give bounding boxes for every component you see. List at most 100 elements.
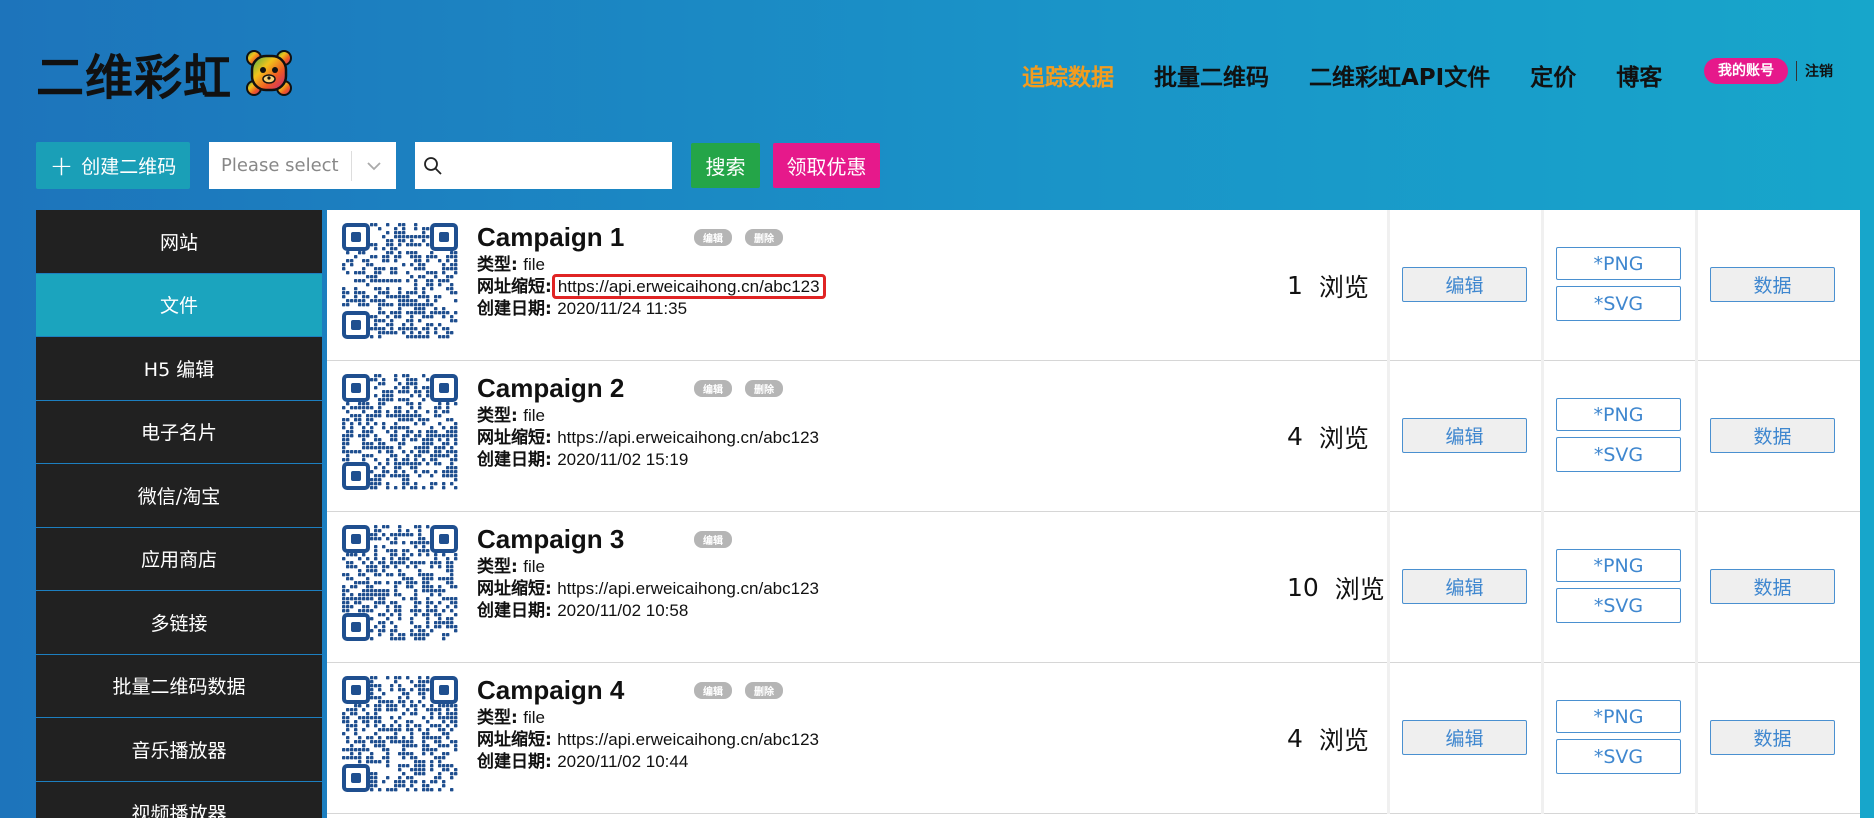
create-qr-label: 创建二维码 (81, 156, 177, 178)
column-divider (1387, 663, 1390, 814)
create-qr-button[interactable]: + 创建二维码 (36, 142, 190, 189)
edit-button[interactable]: 编辑 (1402, 267, 1527, 302)
type-value: file (523, 557, 545, 576)
download-png-button[interactable]: *PNG (1556, 398, 1681, 431)
type-select[interactable]: Please select (209, 142, 396, 189)
download-svg-button[interactable]: *SVG (1556, 588, 1681, 623)
view-count-suffix: 浏览 (1318, 725, 1369, 755)
edit-tag[interactable]: 编辑 (694, 228, 732, 246)
qr-code-icon[interactable] (342, 525, 458, 641)
short-url-value[interactable]: https://api.erweicaihong.cn/abc123 (551, 274, 826, 299)
campaign-title[interactable]: Campaign 2 (477, 373, 694, 404)
short-url-value[interactable]: https://api.erweicaihong.cn/abc123 (557, 428, 819, 447)
download-png-button[interactable]: *PNG (1556, 247, 1681, 280)
main-nav: 追踪数据 批量二维码 二维彩虹API文件 定价 博客 (1022, 58, 1662, 92)
column-divider (1695, 361, 1698, 512)
logo[interactable]: 二维彩虹 (36, 48, 293, 106)
download-png-button[interactable]: *PNG (1556, 549, 1681, 582)
delete-tag[interactable]: 删除 (745, 681, 783, 699)
created-label: 创建日期: (477, 450, 552, 470)
edit-tag[interactable]: 编辑 (694, 681, 732, 699)
search-input[interactable] (443, 145, 672, 186)
data-button[interactable]: 数据 (1710, 267, 1835, 302)
view-count: 10 浏览 (1287, 512, 1385, 663)
sidebar-item-video-player[interactable]: 视频播放器 (36, 781, 322, 818)
delete-tag[interactable]: 删除 (745, 379, 783, 397)
campaign-title[interactable]: Campaign 3 (477, 524, 694, 555)
type-label: 类型: (477, 708, 518, 728)
column-divider (1541, 512, 1544, 663)
created-value: 2020/11/24 11:35 (557, 299, 688, 318)
campaign-title[interactable]: Campaign 4 (477, 675, 694, 706)
sidebar-item-website[interactable]: 网站 (36, 210, 322, 274)
search-button[interactable]: 搜索 (691, 143, 760, 188)
logout-link[interactable]: 注销 (1805, 61, 1833, 81)
sidebar-item-app-store[interactable]: 应用商店 (36, 527, 322, 591)
search-field (415, 142, 672, 189)
type-label: 类型: (477, 406, 518, 426)
sidebar-item-multi-link[interactable]: 多链接 (36, 591, 322, 655)
type-select-placeholder: Please select (221, 155, 339, 176)
download-png-button[interactable]: *PNG (1556, 700, 1681, 733)
campaign-title[interactable]: Campaign 1 (477, 222, 694, 253)
short-url-label: 网址缩短: (477, 730, 552, 750)
type-value: file (523, 406, 545, 425)
edit-button[interactable]: 编辑 (1402, 569, 1527, 604)
short-url-label: 网址缩短: (477, 428, 552, 448)
view-count-suffix: 浏览 (1318, 423, 1369, 453)
sidebar: 网站 文件 H5 编辑 电子名片 微信/淘宝 应用商店 多链接 批量二维码数据 … (36, 210, 322, 818)
view-count-value: 1 (1287, 271, 1303, 300)
sidebar-item-h5-editor[interactable]: H5 编辑 (36, 337, 322, 401)
data-button[interactable]: 数据 (1710, 569, 1835, 604)
account-divider (1796, 61, 1797, 81)
column-divider (1387, 512, 1390, 663)
rainbow-bear-icon (246, 50, 293, 96)
logo-text: 二维彩虹 (36, 50, 233, 106)
short-url-value[interactable]: https://api.erweicaihong.cn/abc123 (557, 730, 819, 749)
created-label: 创建日期: (477, 299, 552, 319)
created-label: 创建日期: (477, 752, 552, 772)
view-count-value: 10 (1287, 573, 1319, 602)
account-area: 我的账号 注销 (1704, 58, 1833, 84)
nav-pricing[interactable]: 定价 (1530, 58, 1576, 92)
download-svg-button[interactable]: *SVG (1556, 286, 1681, 321)
nav-tracking-data[interactable]: 追踪数据 (1022, 58, 1114, 92)
data-button[interactable]: 数据 (1710, 720, 1835, 755)
column-divider (1695, 210, 1698, 361)
edit-tag[interactable]: 编辑 (694, 379, 732, 397)
claim-offer-button[interactable]: 领取优惠 (773, 143, 880, 188)
sidebar-item-business-card[interactable]: 电子名片 (36, 400, 322, 464)
download-svg-button[interactable]: *SVG (1556, 739, 1681, 774)
type-label: 类型: (477, 255, 518, 275)
edit-button[interactable]: 编辑 (1402, 720, 1527, 755)
chevron-down-icon[interactable] (352, 161, 396, 171)
toolbar: + 创建二维码 Please select 搜索 领取优惠 (36, 142, 880, 189)
table-row: Campaign 2 编辑 删除 类型: file 网址缩短: https://… (327, 361, 1860, 512)
sidebar-item-batch-qr-data[interactable]: 批量二维码数据 (36, 654, 322, 718)
view-count-suffix: 浏览 (1334, 574, 1385, 604)
type-value: file (523, 708, 545, 727)
view-count: 4 浏览 (1287, 361, 1369, 512)
sidebar-item-wechat-taobao[interactable]: 微信/淘宝 (36, 464, 322, 528)
nav-api-docs[interactable]: 二维彩虹API文件 (1309, 58, 1490, 92)
my-account-button[interactable]: 我的账号 (1704, 58, 1788, 84)
qr-code-icon[interactable] (342, 374, 458, 490)
table-row: Campaign 1 编辑 删除 类型: file 网址缩短: https://a… (327, 210, 1860, 361)
sidebar-item-music-player[interactable]: 音乐播放器 (36, 718, 322, 782)
header: 二维彩虹 追踪数据 批量二维码 二维彩虹API文件 定价 博客 我的账号 注销 (0, 0, 1874, 135)
type-label: 类型: (477, 557, 518, 577)
short-url-value[interactable]: https://api.erweicaihong.cn/abc123 (557, 579, 819, 598)
edit-tag[interactable]: 编辑 (694, 530, 732, 548)
created-value: 2020/11/02 10:44 (557, 752, 689, 771)
table-row: Campaign 3 编辑 类型: file 网址缩短: https://api… (327, 512, 1860, 663)
data-button[interactable]: 数据 (1710, 418, 1835, 453)
qr-code-icon[interactable] (342, 676, 458, 792)
qr-code-icon[interactable] (342, 223, 458, 339)
campaign-info: Campaign 3 编辑 类型: file 网址缩短: https://api… (477, 522, 819, 622)
download-svg-button[interactable]: *SVG (1556, 437, 1681, 472)
sidebar-item-file[interactable]: 文件 (36, 273, 322, 337)
delete-tag[interactable]: 删除 (745, 228, 783, 246)
nav-batch-qr[interactable]: 批量二维码 (1154, 58, 1269, 92)
nav-blog[interactable]: 博客 (1616, 58, 1662, 92)
edit-button[interactable]: 编辑 (1402, 418, 1527, 453)
